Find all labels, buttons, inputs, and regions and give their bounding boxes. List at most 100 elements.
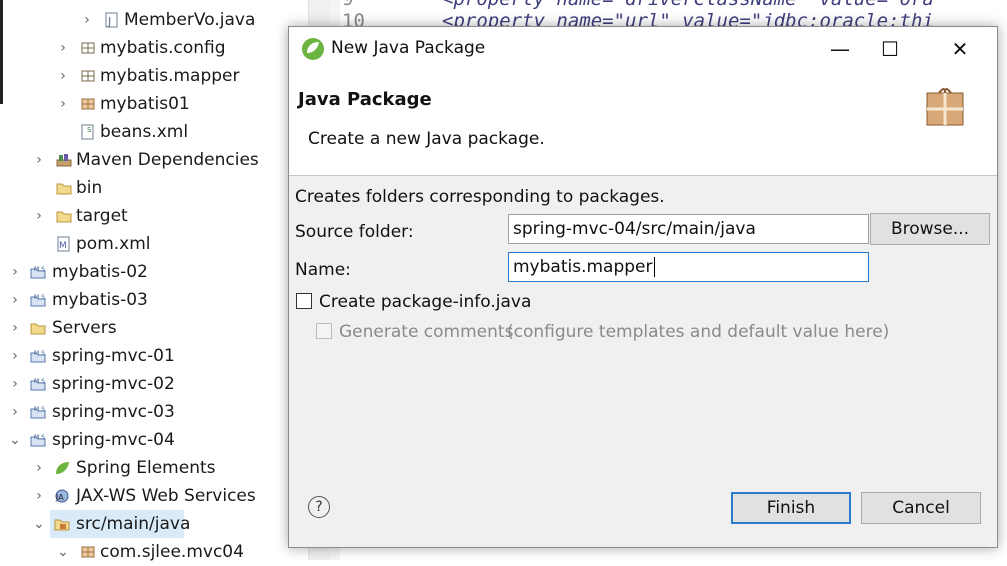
tree-item-target[interactable]: › target (0, 202, 308, 230)
create-package-info-checkbox[interactable] (296, 293, 312, 309)
tree-item-label: mybatis01 (100, 94, 190, 114)
svg-text:M: M (59, 241, 67, 251)
tree-item-maven-dependencies[interactable]: › Maven Dependencies (0, 146, 308, 174)
tree-item-label: beans.xml (100, 122, 189, 142)
chevron-right-icon[interactable]: › (8, 314, 22, 342)
tree-item-beans-xml[interactable]: S beans.xml (0, 118, 308, 146)
tree-item-label: src/main/java (76, 514, 191, 534)
svg-text:M S: M S (34, 350, 45, 357)
tree-item-label: JAX-WS Web Services (76, 486, 256, 506)
chevron-right-icon[interactable]: › (32, 482, 46, 510)
tree-item-spring-mvc-01[interactable]: › M S spring-mvc-01 (0, 342, 308, 370)
tree-item-label: mybatis.mapper (100, 66, 240, 86)
tree-item-label: MemberVo.java (124, 10, 256, 30)
tree-item-bin[interactable]: bin (0, 174, 308, 202)
chevron-right-icon[interactable]: › (8, 286, 22, 314)
chevron-down-icon[interactable]: ⌄ (8, 426, 22, 454)
maximize-button[interactable]: ☐ (867, 27, 913, 71)
minimize-icon: — (830, 37, 850, 61)
svg-text:M S: M S (34, 266, 45, 273)
source-folder-label: Source folder: (295, 222, 414, 242)
package-icon (81, 546, 95, 558)
tree-item-mybatis-02[interactable]: › M S mybatis-02 (0, 258, 308, 286)
project-icon: M S (30, 266, 46, 279)
project-icon: M S (30, 434, 46, 447)
tree-item-label: mybatis-02 (52, 262, 148, 282)
close-button[interactable]: ✕ (937, 27, 983, 71)
dialog-title: New Java Package (331, 38, 486, 58)
new-java-package-dialog: New Java Package — ☐ ✕ Java Package Crea… (288, 26, 998, 548)
project-icon: M S (30, 294, 46, 307)
svg-text:M S: M S (34, 378, 45, 385)
tree-item-label: Servers (52, 318, 117, 338)
tree-item-mybatis-03[interactable]: › M S mybatis-03 (0, 286, 308, 314)
chevron-right-icon[interactable]: › (56, 34, 70, 62)
tree-item-jax-ws-web-services[interactable]: › JA JAX-WS Web Services (0, 482, 308, 510)
tree-item-pom-xml[interactable]: M pom.xml (0, 230, 308, 258)
chevron-down-icon[interactable]: ⌄ (32, 510, 46, 538)
description-text: Creates folders corresponding to package… (295, 187, 665, 207)
tree-item-spring-mvc-03[interactable]: › M S spring-mvc-03 (0, 398, 308, 426)
tree-item-label: pom.xml (76, 234, 151, 254)
tree-item-servers[interactable]: › Servers (0, 314, 308, 342)
browse-button[interactable]: Browse... (870, 213, 990, 245)
package-icon (81, 70, 95, 82)
banner-title: Java Package (298, 89, 432, 110)
tree-item-label: spring-mvc-03 (52, 402, 175, 422)
folder-icon (56, 183, 72, 195)
svg-text:M S: M S (34, 406, 45, 413)
spring-leaf-icon (56, 462, 69, 474)
chevron-right-icon[interactable]: › (8, 258, 22, 286)
tree-item-spring-mvc-02[interactable]: › M S spring-mvc-02 (0, 370, 308, 398)
package-icon (81, 42, 95, 54)
tree-item-spring-mvc-04[interactable]: ⌄ M S spring-mvc-04 (0, 426, 308, 454)
finish-button[interactable]: Finish (731, 492, 851, 524)
line-number: 9 (342, 0, 353, 10)
source-folder-input[interactable]: spring-mvc-04/src/main/java (508, 214, 869, 244)
tree-item-label: spring-mvc-01 (52, 346, 175, 366)
svg-text:M S: M S (34, 434, 45, 441)
chevron-right-icon[interactable]: › (8, 398, 22, 426)
generate-comments-checkbox[interactable] (316, 323, 332, 339)
chevron-down-icon[interactable]: ⌄ (56, 538, 70, 566)
generate-comments-label: Generate comments (339, 322, 514, 342)
create-package-info-label[interactable]: Create package-info.java (319, 292, 531, 312)
minimize-button[interactable]: — (817, 27, 863, 71)
text-caret (653, 257, 655, 277)
cancel-button[interactable]: Cancel (861, 492, 981, 524)
tree-item-label: Spring Elements (76, 458, 216, 478)
configure-templates-link[interactable]: (configure templates and default value h… (507, 322, 889, 342)
dialog-titlebar[interactable]: New Java Package — ☐ ✕ (289, 27, 997, 71)
package-icon (81, 98, 95, 110)
project-explorer: › J MemberVo.java › mybatis.config › myb… (0, 0, 308, 562)
chevron-right-icon[interactable]: › (8, 370, 22, 398)
package-name-input[interactable]: mybatis.mapper (508, 252, 869, 282)
wizard-banner: Java Package Create a new Java package. (289, 71, 997, 176)
tree-item-src-main-java[interactable]: src/main/java (50, 510, 190, 538)
folder-icon (30, 323, 46, 335)
chevron-right-icon[interactable]: › (32, 146, 46, 174)
tree-item-com-sjlee-mvc04[interactable]: ⌄ com.sjlee.mvc04 (0, 538, 308, 566)
tree-item-label: com.sjlee.mvc04 (100, 542, 244, 562)
project-icon: M S (30, 350, 46, 363)
tree-item-mybatis01[interactable]: › mybatis01 (0, 90, 308, 118)
tree-item-label: Maven Dependencies (76, 150, 259, 170)
library-icon (56, 154, 72, 167)
chevron-right-icon[interactable]: › (56, 62, 70, 90)
web-service-icon: JA (55, 489, 69, 503)
chevron-right-icon[interactable]: › (80, 6, 94, 34)
tree-item-mybatis-config[interactable]: › mybatis.config (0, 34, 308, 62)
tree-item-label: mybatis.config (100, 38, 226, 58)
chevron-right-icon[interactable]: › (32, 454, 46, 482)
help-button[interactable]: ? (308, 496, 330, 518)
chevron-right-icon[interactable]: › (56, 90, 70, 118)
tree-item-spring-elements[interactable]: › Spring Elements (0, 454, 308, 482)
tree-item-label: spring-mvc-04 (52, 430, 175, 450)
chevron-right-icon[interactable]: › (32, 202, 46, 230)
package-wizard-icon (926, 88, 964, 126)
xml-file-icon: S (81, 124, 94, 140)
chevron-right-icon[interactable]: › (8, 342, 22, 370)
tree-item-mybatis-mapper[interactable]: › mybatis.mapper (0, 62, 308, 90)
tree-item-membervo-java[interactable]: › J MemberVo.java (0, 6, 308, 34)
maximize-icon: ☐ (881, 37, 899, 61)
